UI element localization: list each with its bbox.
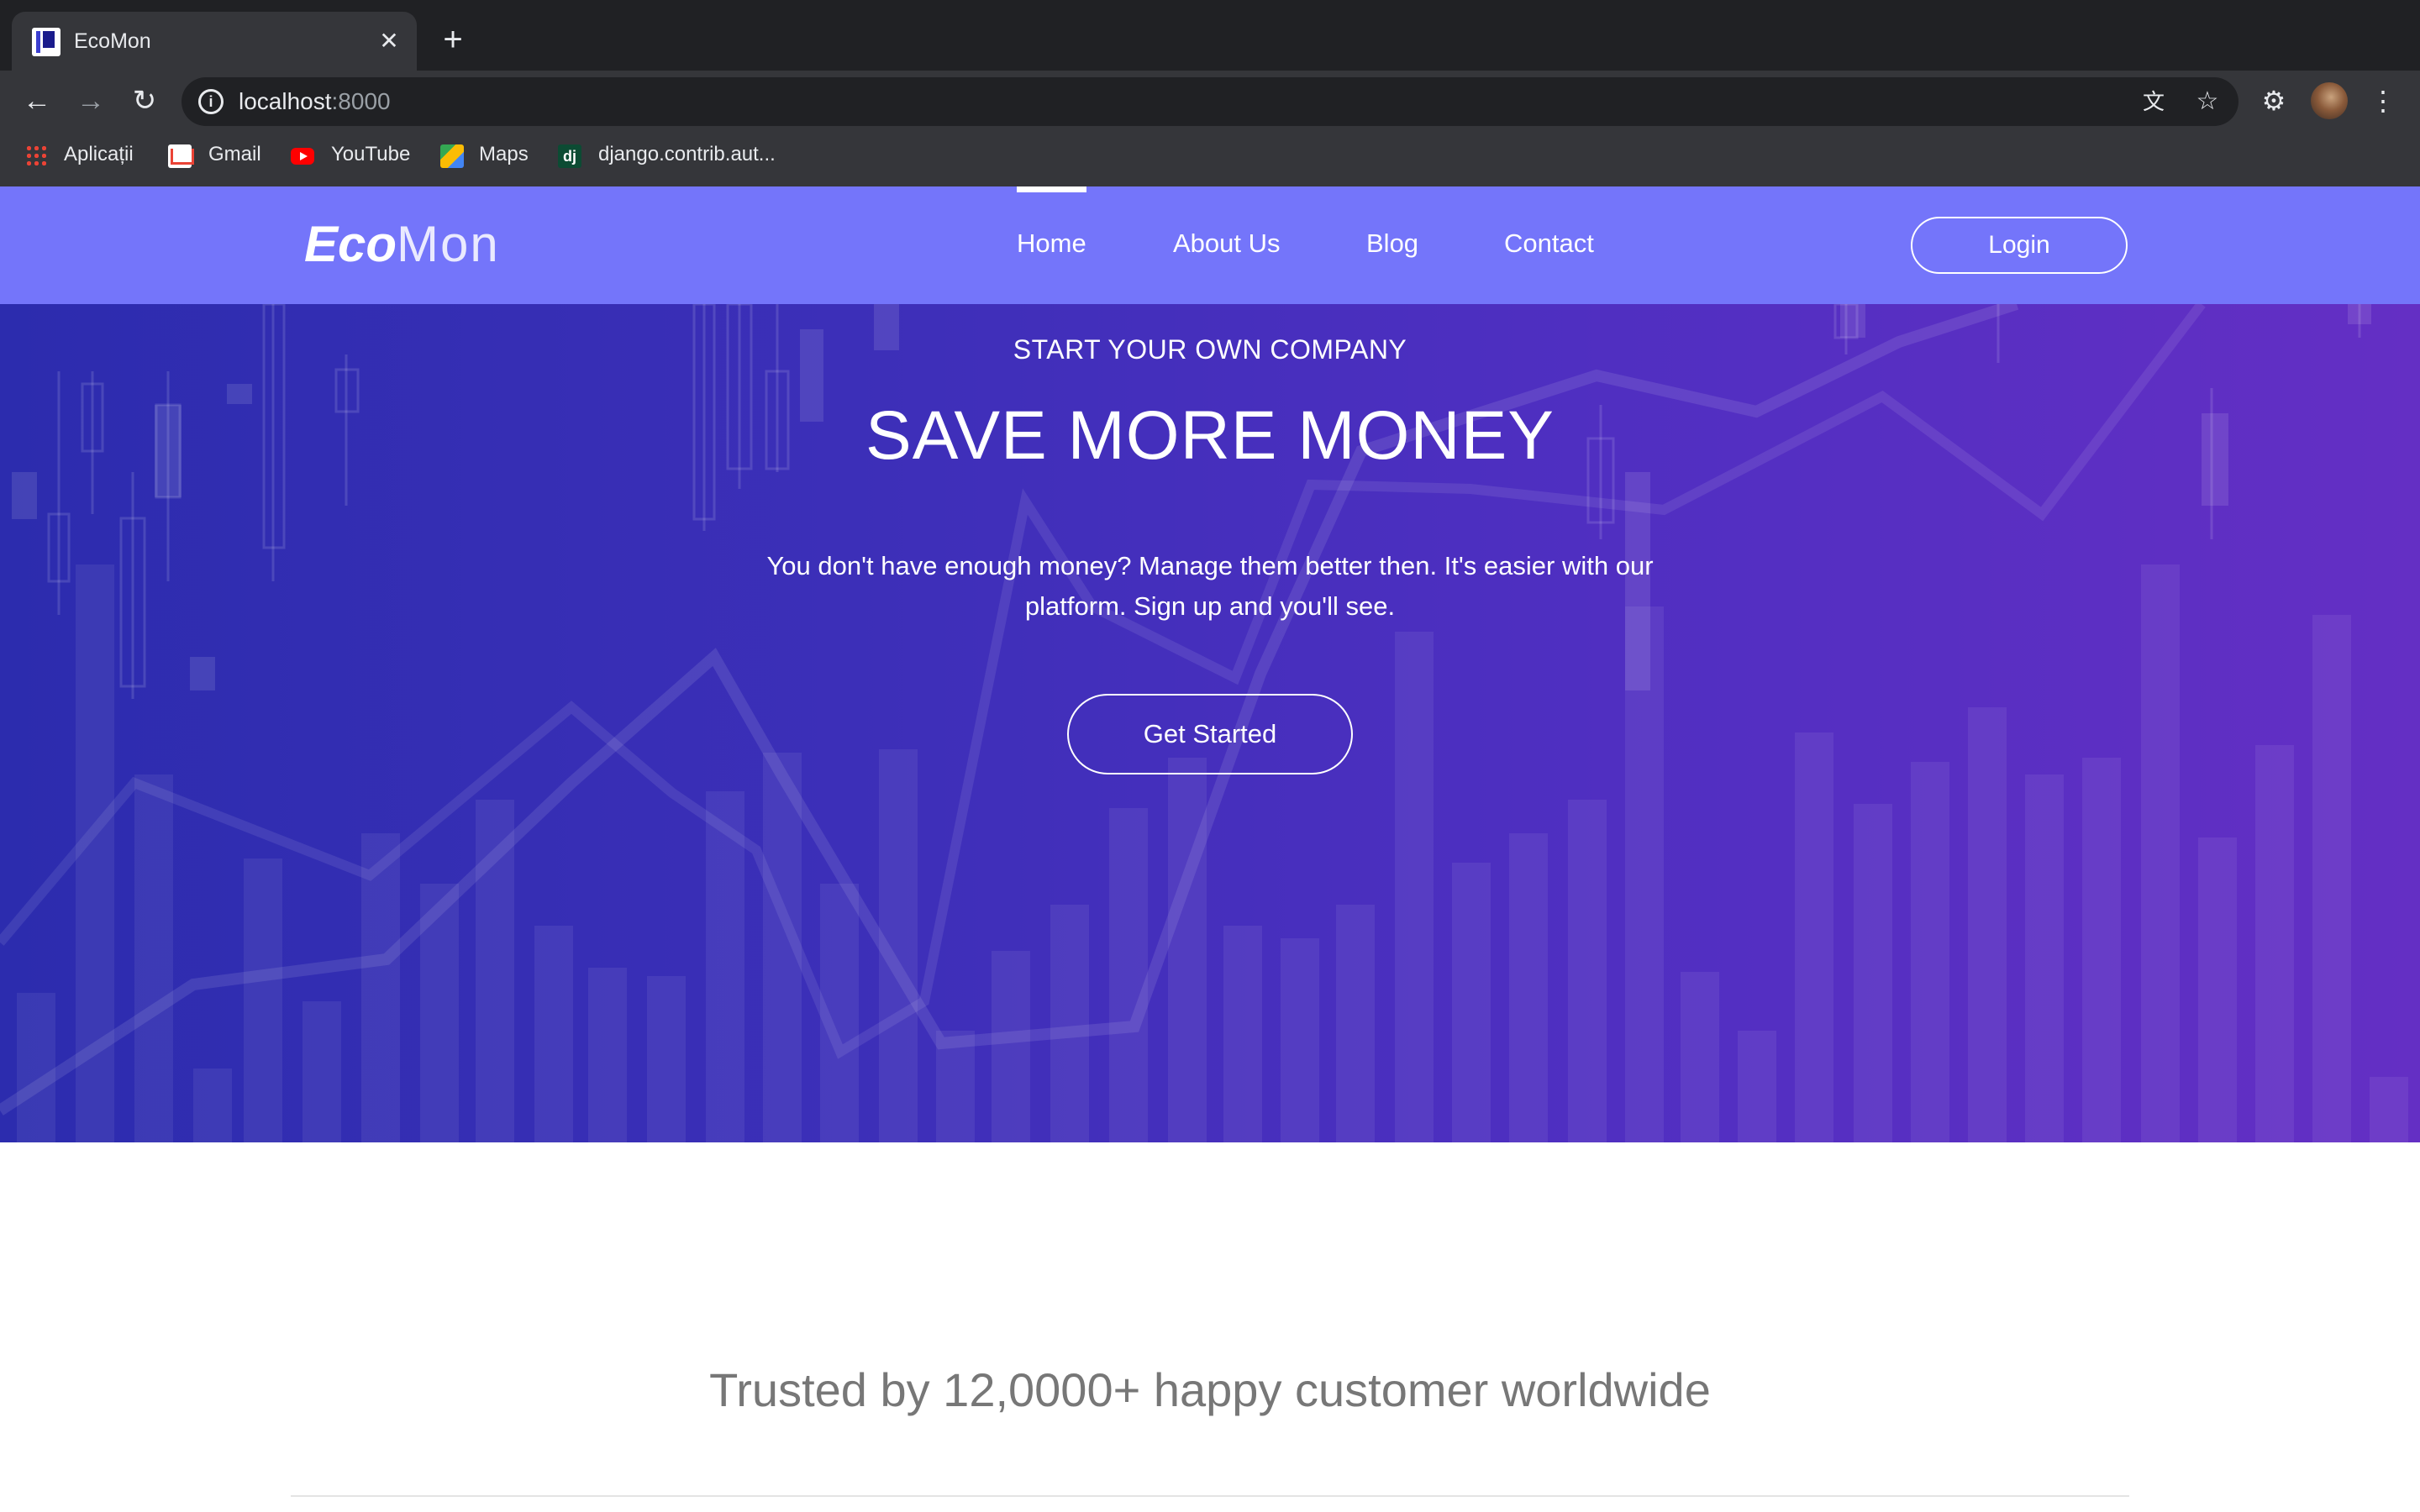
url-port: :8000 — [331, 88, 391, 114]
bookmark-gmail[interactable]: Gmail — [168, 131, 269, 178]
translate-icon[interactable]: 文 — [2138, 86, 2170, 118]
forward-arrow-icon[interactable]: → — [71, 81, 111, 121]
site-info-icon[interactable]: i — [198, 89, 224, 114]
tab-title: EcoMon — [74, 29, 151, 53]
section-divider — [291, 1495, 2129, 1497]
url-host: localhost — [239, 88, 332, 114]
get-started-button[interactable]: Get Started — [1067, 694, 1353, 774]
hero-title: SAVE MORE MONEY — [865, 397, 1555, 474]
nav-contact[interactable]: Contact — [1504, 186, 1594, 304]
site-navbar: EcoMon Home About Us Blog Contact Login — [0, 186, 2420, 304]
maps-icon — [440, 144, 464, 168]
browser-tab[interactable]: EcoMon ✕ — [12, 12, 417, 71]
hero-subtitle: START YOUR OWN COMPANY — [1013, 334, 1407, 365]
bookmark-label: YouTube — [331, 143, 411, 165]
hero-section: START YOUR OWN COMPANY SAVE MORE MONEY Y… — [0, 304, 2420, 1142]
hero-description: You don't have enough money? Manage them… — [766, 551, 1654, 621]
reload-icon[interactable]: ↻ — [124, 81, 165, 121]
logo-mon: Mon — [397, 216, 500, 272]
bookmark-maps[interactable]: Maps — [440, 131, 541, 178]
bookmark-star-icon[interactable]: ☆ — [2191, 86, 2223, 118]
more-menu-icon[interactable]: ⋮ — [2363, 81, 2403, 121]
bookmark-django[interactable]: dj django.contrib.aut... — [558, 131, 810, 178]
profile-avatar[interactable] — [2311, 82, 2348, 119]
bookmark-youtube[interactable]: YouTube — [291, 131, 417, 178]
bookmark-label: django.contrib.aut... — [598, 143, 776, 165]
gmail-icon — [168, 144, 194, 168]
bookmarks-bar: Aplicații Gmail YouTube Maps dj django.c… — [0, 131, 2420, 186]
extensions-puzzle-icon[interactable]: ⚙ — [2254, 81, 2294, 121]
site-logo[interactable]: EcoMon — [304, 215, 500, 274]
site-favicon-icon — [32, 28, 60, 56]
address-bar[interactable]: i localhost:8000 文 ☆ — [182, 77, 2238, 126]
background-bars — [17, 564, 2408, 1142]
close-tab-icon[interactable]: ✕ — [375, 27, 403, 55]
new-tab-button[interactable]: + — [437, 23, 469, 56]
url-text[interactable]: localhost:8000 — [239, 77, 391, 126]
youtube-icon — [291, 148, 314, 165]
bookmark-label: Aplicații — [64, 143, 134, 165]
browser-tabstrip: EcoMon ✕ + — [0, 0, 2420, 71]
logo-eco: Eco — [304, 216, 397, 272]
nav-blog[interactable]: Blog — [1366, 186, 1418, 304]
back-arrow-icon[interactable]: ← — [17, 81, 57, 121]
trusted-heading: Trusted by 12,0000+ happy customer world… — [709, 1363, 1711, 1416]
bookmark-apps[interactable]: Aplicații — [25, 131, 151, 178]
browser-toolbar: ← → ↻ i localhost:8000 文 ☆ ⚙ ⋮ — [0, 71, 2420, 131]
nav-about-us[interactable]: About Us — [1173, 186, 1281, 304]
bookmark-label: Gmail — [208, 143, 261, 165]
apps-grid-icon — [25, 144, 49, 168]
login-button[interactable]: Login — [1911, 217, 2128, 274]
nav-home[interactable]: Home — [1017, 186, 1086, 304]
django-icon: dj — [558, 144, 581, 168]
web-page: EcoMon Home About Us Blog Contact Login — [0, 186, 2420, 1512]
bookmark-label: Maps — [479, 143, 529, 165]
